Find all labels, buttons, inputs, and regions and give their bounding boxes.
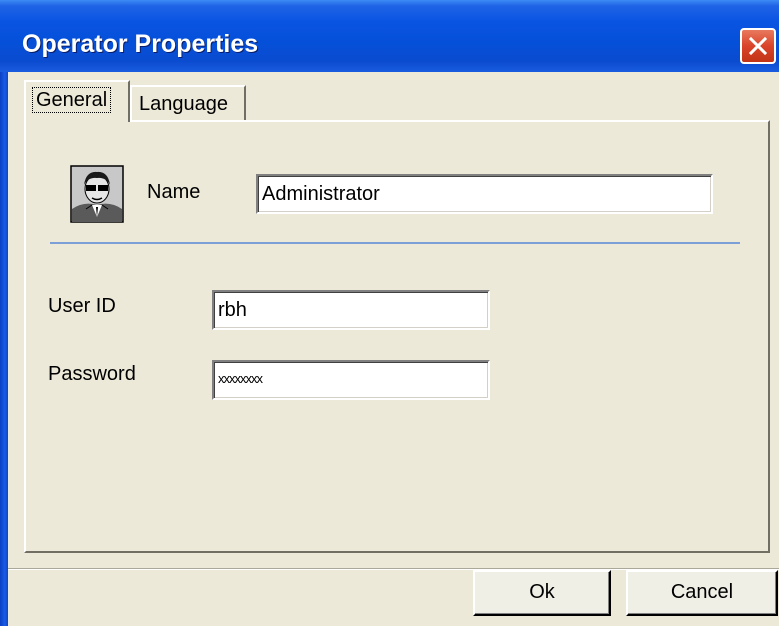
ok-button[interactable]: Ok (473, 570, 611, 616)
name-label: Name (147, 181, 201, 203)
close-button[interactable] (740, 28, 776, 64)
window-title: Operator Properties (22, 30, 259, 58)
title-bar[interactable]: Operator Properties (0, 0, 779, 72)
separator-line (50, 242, 740, 244)
tab-language[interactable]: Language (130, 85, 246, 121)
window-frame-left (0, 72, 8, 626)
password-label: Password (48, 363, 136, 385)
tab-general[interactable]: General (24, 80, 130, 122)
tab-language-label: Language (139, 93, 228, 115)
name-field[interactable]: Administrator (256, 174, 713, 214)
tab-general-label: General (32, 87, 112, 113)
user-id-label: User ID (48, 295, 116, 317)
password-field[interactable]: xxxxxxxx (212, 360, 490, 400)
cancel-button[interactable]: Cancel (626, 570, 778, 616)
operator-avatar-icon (70, 165, 124, 223)
operator-properties-dialog: Operator Properties General Language Nam… (0, 0, 779, 626)
user-id-field[interactable]: rbh (212, 290, 490, 330)
